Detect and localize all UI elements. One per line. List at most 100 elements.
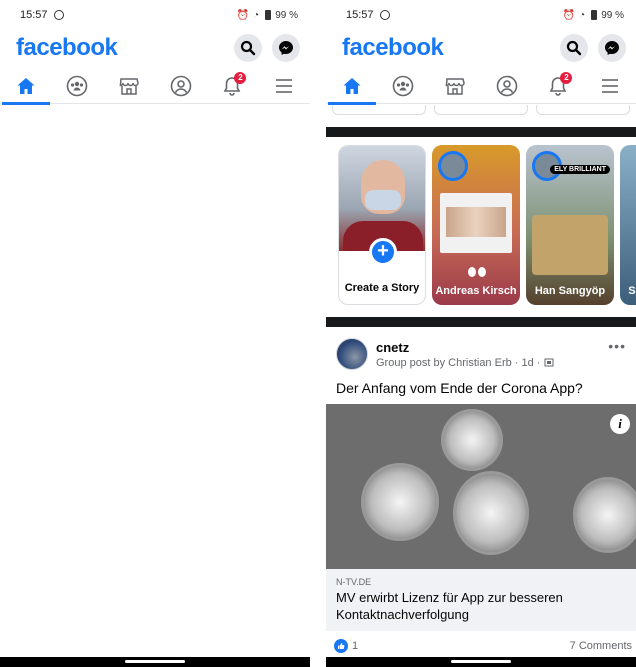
post-image[interactable]: i (326, 404, 636, 569)
composer-action[interactable] (536, 105, 630, 115)
status-icons: ⏰ ◔ 99 % (237, 10, 298, 21)
messenger-icon (605, 41, 619, 55)
link-preview[interactable]: N-TV.DE MV erwirbt Lizenz für App zur be… (326, 569, 636, 631)
tab-marketplace[interactable] (435, 68, 475, 104)
story-card[interactable]: ELY BRILLIANT Han Sangyöp (526, 145, 614, 305)
tab-menu[interactable] (264, 68, 304, 104)
story-tag: ELY BRILLIANT (550, 165, 610, 174)
marketplace-icon (119, 77, 139, 95)
tab-groups[interactable] (57, 68, 97, 104)
story-create[interactable]: + Create a Story (338, 145, 426, 305)
app-header: facebook (0, 30, 310, 66)
search-button[interactable] (560, 34, 588, 62)
messenger-button[interactable] (598, 34, 626, 62)
search-icon (566, 40, 582, 56)
link-title: MV erwirbt Lizenz für App zur besseren K… (336, 590, 563, 622)
facebook-logo[interactable]: facebook (16, 34, 118, 62)
story-label: Sy (628, 285, 636, 297)
story-thumbnail (440, 193, 512, 253)
link-domain: N-TV.DE (336, 577, 372, 587)
alarm-icon: ⏰ (562, 9, 576, 21)
search-button[interactable] (234, 34, 262, 62)
app-header: facebook (326, 30, 636, 66)
header-actions (560, 34, 626, 62)
alarm-icon: ⏰ (236, 9, 250, 21)
status-time: 15:57 (20, 9, 48, 21)
section-divider (326, 127, 636, 137)
stories-tray[interactable]: + Create a Story Andreas Kirsch ELY BRIL… (326, 145, 636, 315)
tab-profile[interactable] (487, 68, 527, 104)
whatsapp-icon (379, 10, 390, 20)
feed-post: cnetz Group post by Christian Erb · 1d ·… (326, 330, 636, 657)
gesture-bar[interactable] (326, 657, 636, 667)
notification-badge: 2 (234, 71, 247, 84)
status-time: 15:57 (346, 9, 374, 21)
like-icon (334, 639, 348, 653)
virus-particle (576, 480, 636, 550)
post-subtitle: Group post by Christian Erb · 1d · (376, 357, 554, 369)
story-label: Andreas Kirsch (435, 285, 517, 297)
create-story-photo (339, 146, 425, 251)
battery-level: 99 % (601, 9, 624, 21)
top-nav: 2 (326, 68, 636, 105)
status-bar: 15:57 ⏰ ◔ 99 % (326, 0, 636, 30)
tab-notifications[interactable]: 2 (212, 68, 252, 104)
story-label: Create a Story (344, 282, 420, 294)
virus-particle (456, 474, 526, 552)
post-stats: 1 7 Comments (326, 631, 636, 653)
profile-icon (496, 75, 518, 96)
status-icons: ⏰ ◔ 99 % (563, 10, 624, 21)
groups-icon (67, 75, 88, 96)
news-feed[interactable]: + Create a Story Andreas Kirsch ELY BRIL… (326, 105, 636, 657)
notification-badge: 2 (560, 71, 573, 84)
post-header: cnetz Group post by Christian Erb · 1d ·… (326, 330, 636, 378)
story-thumbnail (532, 215, 608, 275)
section-divider (326, 317, 636, 327)
whatsapp-icon (53, 10, 64, 20)
story-card[interactable]: Andreas Kirsch (432, 145, 520, 305)
composer-action[interactable] (434, 105, 528, 115)
messenger-button[interactable] (272, 34, 300, 62)
post-meta: cnetz Group post by Christian Erb · 1d · (376, 340, 554, 369)
photo-mask (365, 190, 401, 210)
comment-count[interactable]: 7 Comments (570, 640, 632, 652)
virus-particle (364, 466, 436, 538)
avatar[interactable] (336, 338, 368, 370)
facebook-logo[interactable]: facebook (342, 34, 444, 62)
home-icon (343, 77, 361, 94)
tab-groups[interactable] (383, 68, 423, 104)
plus-icon[interactable]: + (369, 238, 397, 266)
composer-action[interactable] (332, 105, 426, 115)
eyes-sticker (468, 267, 486, 277)
story-card[interactable]: Sy (620, 145, 636, 305)
groups-icon (393, 75, 414, 96)
marketplace-icon (445, 77, 465, 95)
phone-left: 15:57 ⏰ ◔ 99 % facebook 2 (0, 0, 310, 667)
tab-profile[interactable] (161, 68, 201, 104)
info-icon[interactable]: i (610, 414, 630, 434)
gesture-bar[interactable] (0, 657, 310, 667)
tab-marketplace[interactable] (109, 68, 149, 104)
battery-level: 99 % (275, 9, 298, 21)
tab-home[interactable] (327, 68, 376, 105)
story-label: Han Sangyöp (534, 285, 606, 297)
tab-notifications[interactable]: 2 (538, 68, 578, 104)
tab-menu[interactable] (590, 68, 630, 104)
more-options-icon[interactable]: ••• (608, 338, 626, 354)
like-count[interactable]: 1 (352, 640, 358, 652)
post-text: Der Anfang vom Ende der Corona App? (336, 380, 583, 396)
battery-icon (591, 10, 598, 20)
wifi-icon: ◔ (253, 9, 260, 21)
battery-icon (265, 10, 272, 20)
post-author[interactable]: cnetz (376, 340, 554, 355)
wifi-icon: ◔ (579, 9, 586, 21)
composer-actions (326, 105, 636, 127)
menu-icon (602, 78, 619, 93)
tab-home[interactable] (1, 68, 50, 105)
virus-particle (444, 412, 500, 468)
profile-icon (170, 75, 192, 96)
home-icon (17, 77, 35, 94)
avatar (438, 151, 468, 181)
status-bar: 15:57 ⏰ ◔ 99 % (0, 0, 310, 30)
post-subtitle-text: Group post by Christian Erb · 1d · (376, 356, 541, 369)
